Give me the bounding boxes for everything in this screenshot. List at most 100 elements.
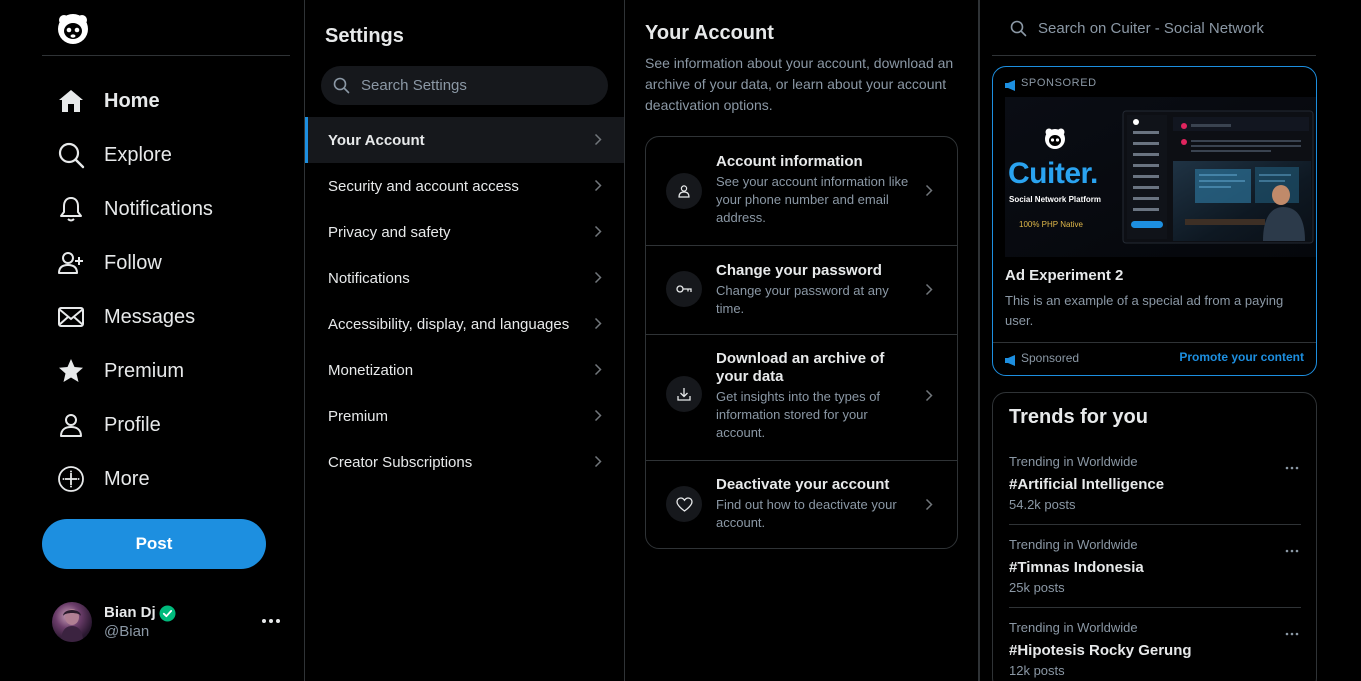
trend-item[interactable]: Trending in Worldwide #Timnas Indonesia …: [1009, 537, 1301, 613]
more-options-icon[interactable]: [1285, 541, 1299, 559]
settings-item-premium[interactable]: Premium: [305, 393, 624, 439]
nav-notifications[interactable]: Notifications: [56, 189, 213, 229]
row-separator: [646, 460, 957, 461]
trend-name: #Hipotesis Rocky Gerung: [1009, 642, 1192, 659]
user-plus-icon: [56, 248, 86, 278]
row-separator: [646, 245, 957, 246]
download-archive-row[interactable]: Download an archive of your data Get ins…: [646, 334, 957, 460]
account-switcher[interactable]: Bian Dj @Bian: [52, 601, 292, 643]
chevron-right-icon: [925, 498, 933, 516]
chevron-right-icon: [594, 409, 602, 427]
settings-item-label: Creator Subscriptions: [328, 453, 473, 471]
nav-premium[interactable]: Premium: [56, 351, 184, 391]
envelope-icon: [56, 302, 86, 332]
trend-post-count: 54.2k posts: [1009, 497, 1076, 512]
deactivate-account-row[interactable]: Deactivate your account Find out how to …: [646, 460, 957, 548]
settings-item-security[interactable]: Security and account access: [305, 163, 624, 209]
trend-post-count: 12k posts: [1009, 663, 1065, 678]
settings-item-label: Monetization: [328, 361, 414, 379]
chevron-right-icon: [594, 271, 602, 289]
ad-description: This is an example of a special ad from …: [1005, 293, 1284, 328]
more-options-icon[interactable]: [1285, 458, 1299, 476]
nav-profile[interactable]: Profile: [56, 405, 161, 445]
settings-item-notifications[interactable]: Notifications: [305, 255, 624, 301]
trend-item[interactable]: Trending in Worldwide #Hipotesis Rocky G…: [1009, 620, 1301, 681]
settings-search-box[interactable]: [321, 66, 608, 105]
global-search-box[interactable]: [994, 8, 1316, 48]
settings-item-accessibility[interactable]: Accessibility, display, and languages: [305, 301, 624, 347]
nav-more-label: More: [104, 467, 150, 490]
nav-messages[interactable]: Messages: [56, 297, 195, 337]
trend-category: Trending in Worldwide: [1009, 620, 1138, 635]
row-description: Change your password at any time.: [716, 283, 889, 316]
avatar: [52, 602, 92, 642]
settings-item-label: Premium: [328, 407, 389, 425]
nav-explore[interactable]: Explore: [56, 135, 172, 175]
user-icon: [56, 410, 86, 440]
row-title: Download an archive of your data: [716, 350, 885, 385]
settings-item-label: Your Account: [328, 131, 425, 149]
trend-separator: [1009, 607, 1301, 608]
trend-name: #Timnas Indonesia: [1009, 559, 1144, 576]
chevron-right-icon: [594, 225, 602, 243]
megaphone-icon: [1005, 353, 1017, 371]
page-description: See information about your account, down…: [645, 55, 954, 113]
chevron-right-icon: [594, 317, 602, 335]
trend-item[interactable]: Trending in Worldwide #Artificial Intell…: [1009, 454, 1301, 530]
row-title: Change your password: [716, 262, 882, 279]
home-icon: [56, 86, 86, 116]
ad-sponsored-label: SPONSORED: [1021, 77, 1097, 89]
cuiter-logo-icon[interactable]: [56, 12, 90, 46]
global-search-input[interactable]: [1038, 8, 1308, 48]
user-icon: [666, 173, 702, 209]
ad-tagline-text: Social Network Platform: [1009, 195, 1102, 204]
trend-separator: [1009, 524, 1301, 525]
download-icon: [666, 376, 702, 412]
nav-profile-label: Profile: [104, 413, 161, 436]
trend-category: Trending in Worldwide: [1009, 537, 1138, 552]
megaphone-icon: [1005, 78, 1017, 96]
row-title: Deactivate your account: [716, 476, 890, 493]
settings-title: Settings: [325, 25, 404, 47]
nav-follow-label: Follow: [104, 251, 162, 274]
row-description: See your account information like your p…: [716, 174, 909, 225]
settings-item-privacy[interactable]: Privacy and safety: [305, 209, 624, 255]
ad-title: Ad Experiment 2: [1005, 267, 1124, 284]
post-button[interactable]: Post: [42, 519, 266, 569]
star-icon: [56, 356, 86, 386]
sponsored-ad-card[interactable]: SPONSORED Cuiter. Social Network Platfor…: [992, 66, 1317, 376]
ad-sponsored-footer-label: Sponsored: [1021, 351, 1080, 365]
settings-item-your-account[interactable]: Your Account: [305, 117, 624, 163]
chevron-right-icon: [594, 455, 602, 473]
chevron-right-icon: [594, 179, 602, 197]
settings-item-label: Privacy and safety: [328, 223, 451, 241]
settings-item-monetization[interactable]: Monetization: [305, 347, 624, 393]
heart-icon: [666, 486, 702, 522]
search-icon: [56, 140, 86, 170]
account-information-row[interactable]: Account information See your account inf…: [646, 137, 957, 245]
change-password-row[interactable]: Change your password Change your passwor…: [646, 245, 957, 334]
trend-category: Trending in Worldwide: [1009, 454, 1138, 469]
bell-icon: [56, 194, 86, 224]
more-options-icon[interactable]: [260, 609, 282, 633]
search-icon: [333, 77, 350, 99]
account-name: Bian Dj: [104, 604, 156, 621]
nav-more[interactable]: More: [56, 459, 150, 499]
account-handle: @Bian: [104, 623, 150, 640]
left-navigation: Home Explore Notifications Follow Messag…: [0, 0, 304, 681]
nav-home[interactable]: Home: [56, 81, 160, 121]
nav-notifications-label: Notifications: [104, 197, 213, 220]
settings-search-input[interactable]: [361, 66, 601, 105]
more-options-icon[interactable]: [1285, 624, 1299, 642]
settings-item-label: Security and account access: [328, 177, 519, 195]
search-icon: [1010, 20, 1027, 42]
ad-banner-image[interactable]: Cuiter. Social Network Platform 100% PHP…: [1005, 97, 1316, 257]
page-title: Your Account: [645, 22, 774, 44]
settings-item-label: Accessibility, display, and languages: [328, 315, 570, 333]
promote-content-link[interactable]: Promote your content: [1179, 350, 1304, 364]
nav-follow[interactable]: Follow: [56, 243, 162, 283]
chevron-right-icon: [925, 389, 933, 407]
ad-brand-text: Cuiter.: [1008, 157, 1098, 190]
row-title: Account information: [716, 153, 863, 170]
settings-item-creator-subscriptions[interactable]: Creator Subscriptions: [305, 439, 624, 485]
